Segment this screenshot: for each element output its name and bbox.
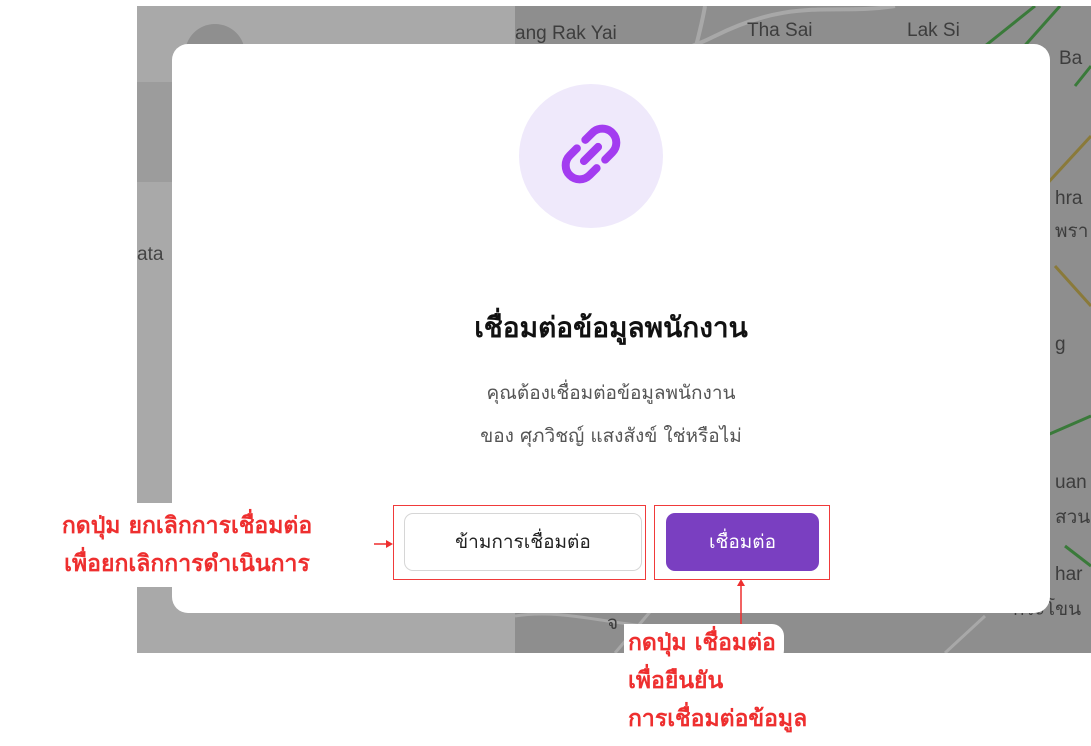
note-line: เพื่อยกเลิกการดำเนินการ	[64, 551, 310, 577]
map-label: สวน	[1055, 507, 1091, 528]
map-label: ang Rak Yai	[515, 23, 617, 44]
dialog-description-line: ของ ศุภวิชญ์ แสงสังข์ ใช่หรือไม่	[480, 425, 742, 447]
link-icon	[549, 112, 633, 200]
dialog-title: เชื่อมต่อข้อมูลพนักงาน	[474, 311, 748, 344]
map-label: g	[1055, 334, 1066, 355]
dialog-description: คุณต้องเชื่อมต่อข้อมูลพนักงาน ของ ศุภวิช…	[172, 372, 1050, 458]
connect-button-highlight	[654, 505, 830, 580]
skip-button-highlight	[393, 505, 646, 580]
link-icon-badge	[519, 84, 663, 228]
map-label: Tha Sai	[747, 20, 813, 41]
background-block	[137, 82, 177, 182]
map-label: hra	[1055, 188, 1083, 209]
map-label: พรา	[1055, 221, 1089, 242]
connect-instruction-note: กดปุ่ม เชื่อมต่อ เพื่อยืนยัน การเชื่อมต่…	[614, 624, 876, 738]
map-label: Ba	[1059, 48, 1083, 69]
cancel-instruction-note: กดปุ่ม ยกเลิกการเชื่อมต่อ เพื่อยกเลิกการ…	[0, 503, 374, 587]
note-line: กดปุ่ม ยกเลิกการเชื่อมต่อ	[61, 513, 313, 539]
background-app-label: ata	[137, 244, 164, 265]
note-line: การเชื่อมต่อข้อมูล	[624, 700, 816, 738]
note-line: เพื่อยืนยัน	[624, 662, 732, 700]
dialog-description-line: คุณต้องเชื่อมต่อข้อมูลพนักงาน	[486, 382, 736, 404]
map-label: Lak Si	[907, 20, 960, 41]
note-line: กดปุ่ม เชื่อมต่อ	[624, 624, 784, 662]
map-label: har	[1055, 564, 1083, 585]
map-label: uan	[1055, 472, 1087, 493]
